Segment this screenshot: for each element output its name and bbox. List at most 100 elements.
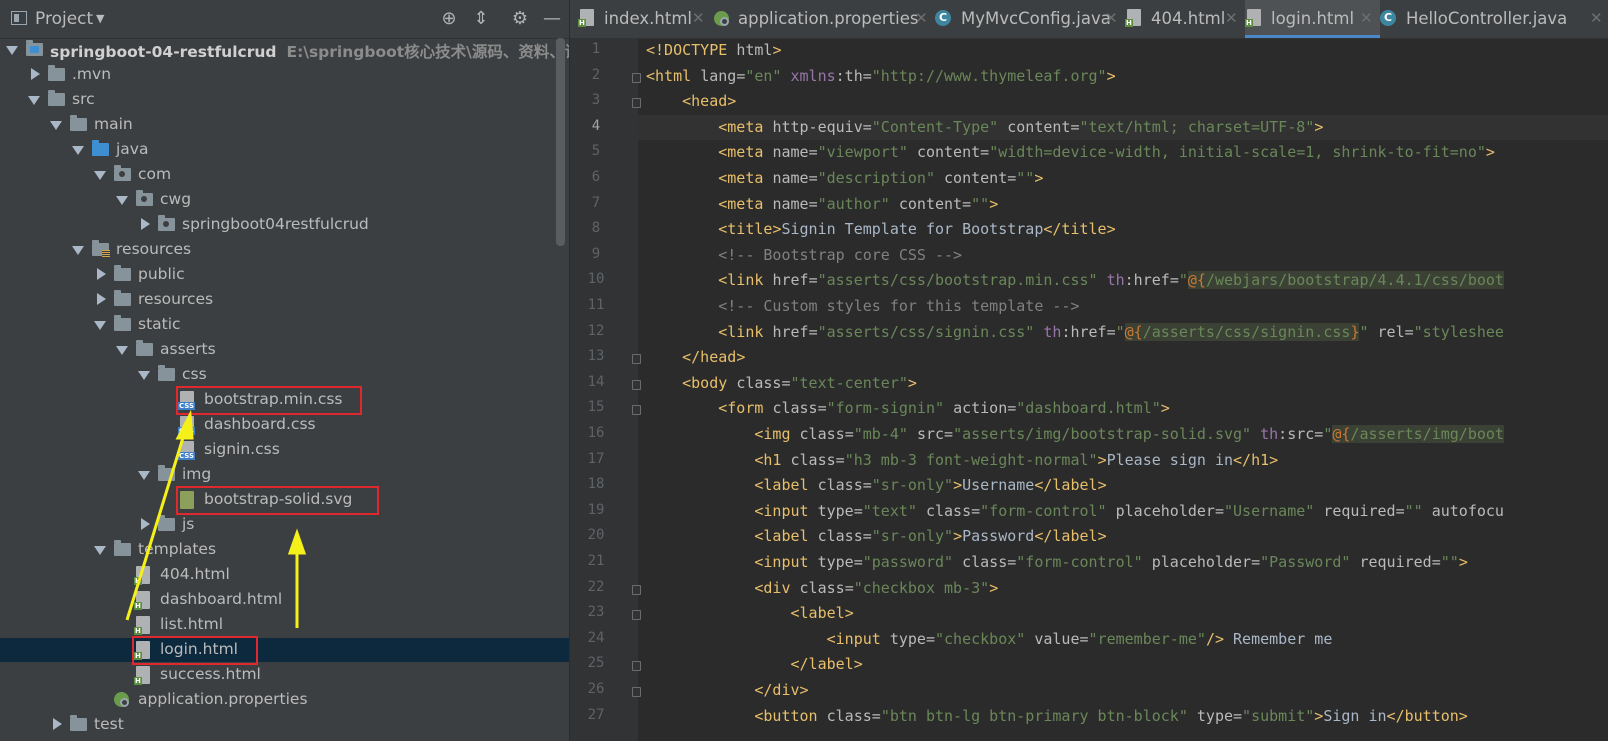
tree-item[interactable]: CSS signin.css	[0, 438, 569, 462]
tree-item[interactable]: css	[0, 363, 569, 387]
expand-arrow-icon[interactable]	[72, 146, 84, 155]
code-line[interactable]: <html lang="en" xmlns:th="http://www.thy…	[646, 64, 1116, 89]
collapse-arrow-icon[interactable]	[141, 218, 150, 230]
tree-item[interactable]: resources	[0, 238, 569, 262]
tree-item[interactable]: springboot04restfulcrud	[0, 213, 569, 237]
code-line[interactable]: </div>	[646, 678, 808, 703]
fold-marker-icon[interactable]	[632, 405, 641, 416]
code-line[interactable]: <img class="mb-4" src="asserts/img/boots…	[646, 422, 1504, 447]
close-tab-icon[interactable]: ✕	[915, 9, 928, 27]
tree-item[interactable]: templates	[0, 538, 569, 562]
tree-item[interactable]: resources	[0, 288, 569, 312]
code-line[interactable]: <meta http-equiv="Content-Type" content=…	[638, 114, 1608, 140]
code-line[interactable]: <label>	[646, 601, 854, 626]
collapse-arrow-icon[interactable]	[97, 293, 106, 305]
tree-item[interactable]: Hdashboard.html	[0, 588, 569, 612]
collapse-arrow-icon[interactable]	[31, 68, 40, 80]
fold-marker-icon[interactable]	[632, 72, 641, 83]
project-panel-title[interactable]: Project	[35, 9, 93, 29]
code-line[interactable]: <label class="sr-only">Username</label>	[646, 473, 1106, 498]
collapse-arrow-icon[interactable]	[53, 718, 62, 730]
tree-item[interactable]: main	[0, 113, 569, 137]
code-line[interactable]: <meta name="viewport" content="width=dev…	[646, 140, 1495, 165]
project-scrollbar[interactable]	[556, 38, 565, 246]
close-tab-icon[interactable]: ✕	[692, 9, 705, 27]
code-line[interactable]: <!-- Custom styles for this template -->	[646, 294, 1079, 319]
code-line[interactable]: </label>	[646, 652, 863, 677]
code-line[interactable]: <h1 class="h3 mb-3 font-weight-normal">P…	[646, 448, 1278, 473]
code-editor[interactable]: <!DOCTYPE html> <html lang="en" xmlns:th=…	[638, 38, 1608, 741]
collapse-all-icon[interactable]: ⇕	[470, 7, 492, 29]
tree-item[interactable]: application.properties	[0, 688, 569, 712]
expand-arrow-icon[interactable]	[138, 471, 150, 480]
tree-item[interactable]: H 404.html	[0, 563, 569, 587]
code-line[interactable]: <head>	[646, 89, 736, 114]
tab-application-properties[interactable]: application.properties ✕	[712, 0, 935, 38]
code-line[interactable]: <input type="password" class="form-contr…	[646, 550, 1467, 575]
fold-marker-icon[interactable]	[632, 584, 641, 595]
fold-marker-icon[interactable]	[632, 687, 641, 697]
fold-marker-icon[interactable]	[632, 661, 641, 672]
close-tab-icon[interactable]: ✕	[1225, 9, 1238, 27]
expand-arrow-icon[interactable]	[50, 121, 62, 130]
code-line[interactable]: <form class="form-signin" action="dashbo…	[646, 396, 1170, 421]
tab-mymvcconfig-java[interactable]: C MyMvcConfig.java ✕	[935, 0, 1125, 38]
collapse-arrow-icon[interactable]	[141, 518, 150, 530]
code-line[interactable]: <meta name="description" content="">	[646, 166, 1043, 191]
tab-404-html[interactable]: H 404.html ✕	[1125, 0, 1245, 38]
chevron-down-icon[interactable]: ▼	[96, 12, 104, 25]
expand-arrow-icon[interactable]	[6, 46, 18, 55]
expand-arrow-icon[interactable]	[28, 96, 40, 105]
expand-arrow-icon[interactable]	[94, 546, 106, 555]
minimize-icon[interactable]: —	[541, 7, 563, 29]
tree-item[interactable]: js	[0, 513, 569, 537]
code-line[interactable]: <meta name="author" content="">	[646, 192, 998, 217]
tree-item[interactable]: .mvn	[0, 63, 569, 87]
expand-arrow-icon[interactable]	[116, 196, 128, 205]
code-line[interactable]: <!DOCTYPE html>	[646, 38, 781, 63]
close-tab-icon[interactable]: ✕	[1105, 9, 1118, 27]
code-line[interactable]: <input type="checkbox" value="remember-m…	[646, 627, 1333, 652]
code-line[interactable]: <link href="asserts/css/bootstrap.min.cs…	[646, 268, 1504, 293]
tree-item[interactable]: java	[0, 138, 569, 162]
collapse-arrow-icon[interactable]	[97, 268, 106, 280]
tree-item[interactable]: test	[0, 713, 569, 737]
expand-arrow-icon[interactable]	[72, 246, 84, 255]
tree-item[interactable]: Hlist.html	[0, 613, 569, 637]
tree-item[interactable]: Hsuccess.html	[0, 663, 569, 687]
code-line[interactable]: <!-- Bootstrap core CSS -->	[646, 243, 962, 268]
code-line[interactable]: <label class="sr-only">Password</label>	[646, 524, 1106, 549]
tree-item[interactable]: src	[0, 88, 569, 112]
tree-item[interactable]: CSS dashboard.css	[0, 413, 569, 437]
expand-arrow-icon[interactable]	[94, 171, 106, 180]
locate-icon[interactable]: ⊕	[438, 7, 460, 29]
code-line[interactable]: <body class="text-center">	[646, 371, 917, 396]
fold-marker-icon[interactable]	[632, 379, 641, 390]
tab-index-html[interactable]: Hindex.html ✕	[578, 0, 712, 38]
fold-marker-icon[interactable]	[632, 98, 641, 109]
gear-icon[interactable]: ⚙	[509, 7, 531, 29]
expand-arrow-icon[interactable]	[138, 371, 150, 380]
tree-item[interactable]: cwg	[0, 188, 569, 212]
fold-marker-icon[interactable]	[632, 610, 641, 621]
tree-item[interactable]: img	[0, 463, 569, 487]
close-tab-icon[interactable]: ✕	[1590, 9, 1603, 27]
code-line[interactable]: <div class="checkbox mb-3">	[646, 576, 998, 601]
code-line[interactable]: <title>Signin Template for Bootstrap</ti…	[646, 217, 1115, 242]
code-line[interactable]: <button class="btn btn-lg btn-primary bt…	[646, 704, 1467, 729]
expand-arrow-icon[interactable]	[94, 321, 106, 330]
expand-arrow-icon[interactable]	[116, 346, 128, 355]
code-line[interactable]: </head>	[646, 345, 745, 370]
close-tab-icon[interactable]: ✕	[1360, 9, 1373, 27]
tree-item[interactable]: Hlogin.html	[0, 638, 569, 662]
code-line[interactable]: <link href="asserts/css/signin.css" th:h…	[646, 320, 1504, 345]
code-line[interactable]: <input type="text" class="form-control" …	[646, 499, 1504, 524]
tree-item[interactable]: asserts	[0, 338, 569, 362]
tree-item[interactable]: springboot-04-restfulcrud E:\springboot核心…	[0, 38, 569, 62]
tree-item[interactable]: com	[0, 163, 569, 187]
tree-item[interactable]: public	[0, 263, 569, 287]
tab-hellocontroller-java[interactable]: C HelloController.java ✕	[1380, 0, 1608, 38]
tab-login-html[interactable]: Hlogin.html ✕	[1245, 0, 1380, 38]
fold-marker-icon[interactable]	[632, 354, 641, 365]
tree-item[interactable]: static	[0, 313, 569, 337]
